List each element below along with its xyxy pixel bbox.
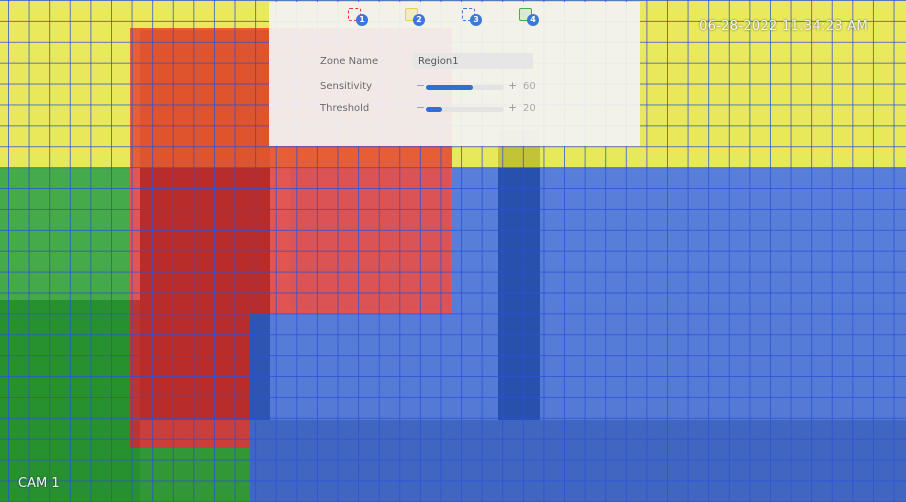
zone-2-number-badge: 2 <box>413 14 425 26</box>
sensitivity-increase-button[interactable]: + <box>508 79 517 92</box>
zone-tab-4[interactable]: 4 <box>519 8 541 28</box>
camera-view[interactable]: 06-28-2022 11:34:23 AM CAM 1 1 2 3 4 Zon… <box>0 0 906 502</box>
sensitivity-decrease-button[interactable]: − <box>416 79 425 92</box>
zone-3-number-badge: 3 <box>470 14 482 26</box>
threshold-increase-button[interactable]: + <box>508 101 517 114</box>
zone-4-number-badge: 4 <box>527 14 539 26</box>
zone-tabs: 1 2 3 4 <box>269 8 640 28</box>
sensitivity-label: Sensitivity <box>320 81 373 92</box>
camera-label: CAM 1 <box>18 476 60 491</box>
sensitivity-value: 60 <box>523 81 536 92</box>
threshold-label: Threshold <box>320 103 370 114</box>
zone-tab-1[interactable]: 1 <box>348 8 370 28</box>
sensitivity-slider-fill <box>426 85 473 90</box>
zone-name-label: Zone Name <box>320 56 379 67</box>
threshold-slider-fill <box>426 107 442 112</box>
zone-1-number-badge: 1 <box>356 14 368 26</box>
threshold-slider[interactable] <box>426 107 504 112</box>
zone-tab-2[interactable]: 2 <box>405 8 427 28</box>
timestamp: 06-28-2022 11:34:23 AM <box>699 19 868 34</box>
threshold-value: 20 <box>523 103 536 114</box>
sensitivity-slider[interactable] <box>426 85 504 90</box>
motion-zone-settings-panel: 1 2 3 4 Zone Name Sensitivity − + 60 Thr… <box>269 2 640 146</box>
threshold-decrease-button[interactable]: − <box>416 101 425 114</box>
zone-name-input[interactable] <box>413 53 533 69</box>
zone-tab-3[interactable]: 3 <box>462 8 484 28</box>
